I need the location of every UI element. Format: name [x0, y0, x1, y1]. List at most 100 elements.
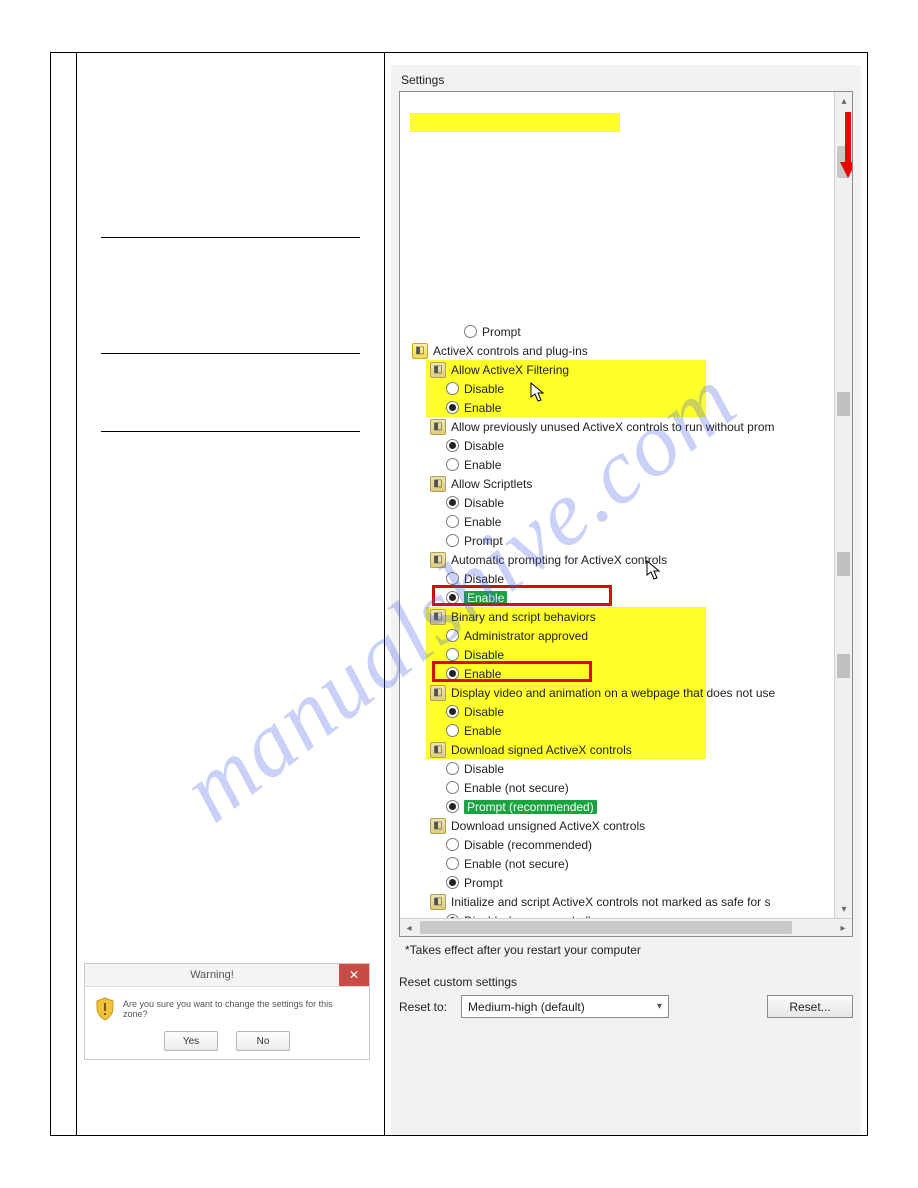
radio-button[interactable] — [446, 705, 459, 718]
category-icon: ◧ — [430, 476, 446, 492]
option-binary_script-disable[interactable]: Disable — [406, 645, 834, 664]
option-binary_script-enable[interactable]: Enable — [406, 664, 834, 683]
left-gutter — [51, 53, 77, 1135]
radio-button[interactable] — [446, 800, 459, 813]
radio-button[interactable] — [464, 325, 477, 338]
option-auto_prompt-disable[interactable]: Disable — [406, 569, 834, 588]
page-frame: Warning! ✕ Are you sure you want to chan… — [50, 52, 868, 1136]
warning-title: Warning! — [85, 969, 339, 981]
warning-titlebar: Warning! ✕ — [85, 964, 369, 986]
option-dl_unsigned-disable-recommended-[interactable]: Disable (recommended) — [406, 835, 834, 854]
radio-button[interactable] — [446, 648, 459, 661]
option-dl_signed-disable[interactable]: Disable — [406, 759, 834, 778]
radio-button[interactable] — [446, 781, 459, 794]
settings-group-label: Settings — [401, 73, 853, 87]
chevron-down-icon: ▾ — [657, 1001, 662, 1012]
scroll-right-button[interactable]: ▸ — [834, 919, 852, 937]
category-icon: ◧ — [412, 343, 428, 359]
radio-button[interactable] — [446, 629, 459, 642]
reset-level-select[interactable]: Medium-high (default) ▾ — [461, 995, 669, 1018]
vertical-scrollbar[interactable]: ▴ ▾ — [834, 92, 852, 918]
underline-2 — [101, 353, 360, 354]
radio-button[interactable] — [446, 857, 459, 870]
option-prev_unused-enable[interactable]: Enable — [406, 455, 834, 474]
radio-button[interactable] — [446, 724, 459, 737]
category-icon: ◧ — [430, 818, 446, 834]
radio-button[interactable] — [446, 667, 459, 680]
radio-button[interactable] — [446, 515, 459, 528]
horizontal-scrollbar[interactable]: ◂ ▸ — [400, 918, 852, 936]
annotation-red-arrow-icon — [840, 112, 853, 183]
category-icon: ◧ — [430, 419, 446, 435]
radio-button[interactable] — [446, 496, 459, 509]
radio-button[interactable] — [446, 762, 459, 775]
category-icon: ◧ — [430, 609, 446, 625]
option-scriptlets-prompt[interactable]: Prompt — [406, 531, 834, 550]
close-icon: ✕ — [349, 969, 359, 981]
radio-button[interactable] — [446, 838, 459, 851]
option-scriptlets-disable[interactable]: Disable — [406, 493, 834, 512]
settings-footnote: *Takes effect after you restart your com… — [405, 943, 851, 957]
warning-no-button[interactable]: No — [236, 1031, 290, 1051]
category-init_script: ◧Initialize and script ActiveX controls … — [406, 892, 834, 911]
category-scriptlets: ◧Allow Scriptlets — [406, 474, 834, 493]
radio-button[interactable] — [446, 572, 459, 585]
radio-button[interactable] — [446, 914, 459, 918]
radio-button[interactable] — [446, 401, 459, 414]
scroll-thumb-horizontal[interactable] — [420, 921, 792, 934]
category-binary_script: ◧Binary and script behaviors — [406, 607, 834, 626]
option-dl_unsigned-enable-not-secure-[interactable]: Enable (not secure) — [406, 854, 834, 873]
warning-dialog: Warning! ✕ Are you sure you want to chan… — [84, 963, 370, 1060]
scroll-marker — [837, 552, 850, 576]
scroll-marker — [837, 654, 850, 678]
scroll-marker — [837, 392, 850, 416]
option-allow_filtering-enable[interactable]: Enable — [406, 398, 834, 417]
warning-yes-button[interactable]: Yes — [164, 1031, 218, 1051]
radio-button[interactable] — [446, 439, 459, 452]
category-allow_filtering: ◧Allow ActiveX Filtering — [406, 360, 834, 379]
option-display_video-disable[interactable]: Disable — [406, 702, 834, 721]
option-dl_signed-enable-not-secure-[interactable]: Enable (not secure) — [406, 778, 834, 797]
option-prev_unused-disable[interactable]: Disable — [406, 436, 834, 455]
reset-to-label: Reset to: — [399, 1000, 447, 1014]
category-auto_prompt: ◧Automatic prompting for ActiveX control… — [406, 550, 834, 569]
underline-1 — [101, 237, 360, 238]
option-binary_script-administrator-approved[interactable]: Administrator approved — [406, 626, 834, 645]
highlight-activex-root — [410, 113, 620, 132]
option-allow_filtering-disable[interactable]: Disable — [406, 379, 834, 398]
radio-button[interactable] — [446, 458, 459, 471]
radio-button[interactable] — [446, 382, 459, 395]
radio-button[interactable] — [446, 591, 459, 604]
reset-group-label: Reset custom settings — [399, 975, 853, 989]
reset-button[interactable]: Reset... — [767, 995, 853, 1018]
warning-close-button[interactable]: ✕ — [339, 964, 369, 986]
option-display_video-enable[interactable]: Enable — [406, 721, 834, 740]
option-prompt-top[interactable]: Prompt — [406, 322, 834, 341]
warning-message: Are you sure you want to change the sett… — [123, 997, 359, 1019]
scroll-up-button[interactable]: ▴ — [835, 92, 853, 110]
category-display_video: ◧Display video and animation on a webpag… — [406, 683, 834, 702]
scroll-left-button[interactable]: ◂ — [400, 919, 418, 937]
category-activex-controls: ◧ActiveX controls and plug-ins — [406, 341, 834, 360]
option-dl_unsigned-prompt[interactable]: Prompt — [406, 873, 834, 892]
category-dl_signed: ◧Download signed ActiveX controls — [406, 740, 834, 759]
left-column: Warning! ✕ Are you sure you want to chan… — [77, 53, 385, 1135]
option-dl_signed-prompt-recommended-[interactable]: Prompt (recommended) — [406, 797, 834, 816]
option-scriptlets-enable[interactable]: Enable — [406, 512, 834, 531]
category-icon: ◧ — [430, 685, 446, 701]
settings-listbox: ▴ ▾ ◂ ▸ — [399, 91, 853, 937]
underline-3 — [101, 431, 360, 432]
scroll-down-button[interactable]: ▾ — [835, 900, 853, 918]
option-init_script-disable-recommended-[interactable]: Disable (recommended) — [406, 911, 834, 918]
category-icon: ◧ — [430, 894, 446, 910]
category-icon: ◧ — [430, 552, 446, 568]
category-icon: ◧ — [430, 362, 446, 378]
radio-button[interactable] — [446, 534, 459, 547]
category-dl_unsigned: ◧Download unsigned ActiveX controls — [406, 816, 834, 835]
category-icon: ◧ — [430, 742, 446, 758]
option-auto_prompt-enable[interactable]: Enable — [406, 588, 834, 607]
reset-level-value: Medium-high (default) — [468, 1000, 585, 1014]
radio-button[interactable] — [446, 876, 459, 889]
security-settings-panel: Settings ▴ ▾ ◂ ▸ — [391, 65, 861, 1135]
shield-icon — [95, 997, 115, 1021]
